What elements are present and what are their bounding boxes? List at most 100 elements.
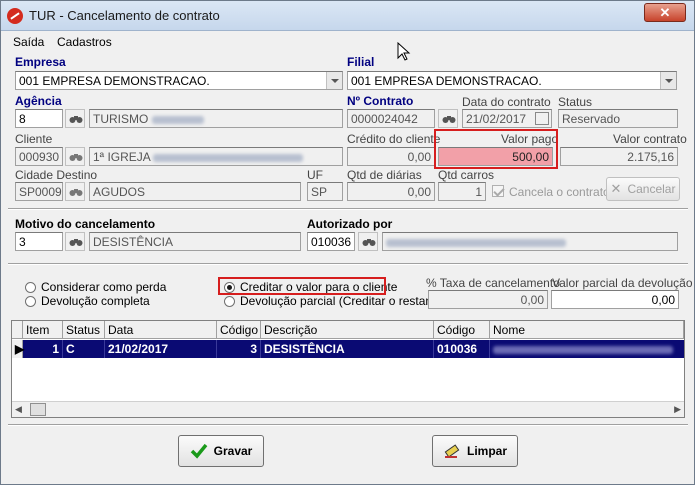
valor-contrato-label: Valor contrato — [613, 132, 687, 146]
valor-parcial-label: Valor parcial da devolução — [552, 276, 693, 290]
column-header-codigo[interactable]: Código — [217, 321, 261, 339]
contrato-input[interactable]: 0000024042 — [347, 109, 435, 128]
cell-descricao: DESISTÊNCIA — [261, 340, 434, 358]
binoculars-icon — [442, 116, 456, 123]
contrato-label: Nº Contrato — [347, 94, 414, 108]
contrato-lookup-button[interactable] — [438, 109, 458, 128]
checkmark-icon — [190, 443, 207, 459]
taxa-field: 0,00 — [428, 290, 548, 309]
valor-parcial-field[interactable]: 0,00 — [551, 290, 679, 309]
scrollbar-thumb[interactable] — [30, 403, 46, 416]
filial-label: Filial — [347, 55, 375, 69]
cancelamento-table: Item Status Data Código Descrição Código… — [11, 320, 685, 418]
taxa-label: % Taxa de cancelamento — [426, 276, 560, 290]
column-header-item[interactable]: Item — [23, 321, 63, 339]
agencia-code: 8 — [19, 112, 26, 126]
menu-saida[interactable]: Saída — [13, 35, 44, 49]
divider — [8, 424, 688, 426]
mouse-cursor-icon — [397, 42, 411, 61]
main-window: TUR - Cancelamento de contrato ✕ Saída C… — [0, 0, 695, 485]
menu-bar: Saída Cadastros — [1, 32, 694, 52]
agencia-name: TURISMO — [93, 112, 149, 126]
scroll-left-icon[interactable]: ◀ — [15, 404, 22, 415]
limpar-label: Limpar — [466, 444, 507, 458]
qtd-diarias-field: 0,00 — [347, 182, 435, 201]
horizontal-scrollbar[interactable]: ◀ ▶ — [12, 401, 684, 417]
cidade-name: AGUDOS — [93, 185, 146, 199]
cell-codigo-2: 010036 — [434, 340, 490, 358]
autorizado-code-input[interactable]: 010036 — [307, 232, 355, 251]
motivo-code-input[interactable]: 3 — [15, 232, 63, 251]
devolucao-completa-radio[interactable] — [25, 296, 36, 307]
autorizado-lookup-button[interactable] — [358, 232, 378, 251]
eraser-icon — [444, 444, 460, 458]
app-icon — [7, 8, 23, 24]
empresa-value: 001 EMPRESA DEMONSTRACAO. — [19, 74, 210, 88]
window-title: TUR - Cancelamento de contrato — [29, 8, 220, 23]
redacted-text — [151, 115, 204, 124]
cliente-name: 1ª IGREJA — [93, 150, 151, 164]
valor-pago-highlight — [434, 129, 558, 169]
uf-field: SP — [307, 182, 343, 201]
qtd-carros-field: 1 — [438, 182, 486, 201]
autorizado-label: Autorizado por — [307, 217, 393, 231]
devolucao-completa-label: Devolução completa — [41, 294, 150, 308]
considerar-perda-label: Considerar como perda — [41, 280, 167, 294]
valor-parcial-value: 0,00 — [651, 293, 675, 307]
cell-codigo: 3 — [217, 340, 261, 358]
cancel-x-icon: ✕ — [610, 181, 622, 196]
cancela-contrato-checkbox[interactable] — [492, 185, 504, 197]
scroll-right-icon[interactable]: ▶ — [674, 404, 681, 415]
limpar-button[interactable]: Limpar — [432, 435, 518, 467]
credito-label: Crédito do cliente — [347, 132, 441, 146]
binoculars-icon — [69, 154, 83, 161]
cidade-name-field: AGUDOS — [89, 182, 301, 201]
cell-status: C — [63, 340, 105, 358]
gravar-button[interactable]: Gravar — [178, 435, 264, 467]
column-header-data[interactable]: Data — [105, 321, 217, 339]
close-button[interactable]: ✕ — [644, 3, 686, 22]
taxa-value: 0,00 — [520, 293, 544, 307]
cidade-code-input[interactable]: SP0009 — [15, 182, 63, 201]
binoculars-icon — [69, 116, 83, 123]
row-indicator-icon: ▶ — [12, 340, 24, 358]
cell-nome — [490, 340, 684, 358]
valor-contrato-field: 2.175,16 — [560, 147, 678, 166]
status-label: Status — [558, 95, 593, 109]
valor-contrato-value: 2.175,16 — [627, 150, 674, 164]
redacted-text — [493, 345, 673, 354]
cancela-contrato-label: Cancela o contrato — [509, 185, 610, 199]
column-header-nome[interactable]: Nome — [490, 321, 684, 339]
agencia-name-field: TURISMO — [89, 109, 343, 128]
agencia-code-input[interactable]: 8 — [15, 109, 63, 128]
motivo-lookup-button[interactable] — [65, 232, 85, 251]
motivo-name: DESISTÊNCIA — [93, 235, 174, 249]
filial-value: 001 EMPRESA DEMONSTRACAO. — [351, 74, 542, 88]
creditar-highlight — [218, 277, 386, 295]
column-header-descricao[interactable]: Descrição — [261, 321, 434, 339]
qtd-carros-label: Qtd carros — [438, 168, 495, 182]
considerar-perda-radio[interactable] — [25, 282, 36, 293]
devolucao-parcial-radio[interactable] — [224, 296, 235, 307]
column-header-codigo-2[interactable]: Código — [434, 321, 490, 339]
status-field: Reservado — [558, 109, 678, 128]
agencia-label: Agência — [15, 94, 62, 108]
data-contrato-value: 21/02/2017 — [466, 112, 527, 126]
empresa-select[interactable]: 001 EMPRESA DEMONSTRACAO. — [15, 71, 343, 90]
filial-select[interactable]: 001 EMPRESA DEMONSTRACAO. — [347, 71, 677, 90]
menu-cadastros[interactable]: Cadastros — [57, 35, 112, 49]
column-header-status[interactable]: Status — [63, 321, 105, 339]
motivo-name-field: DESISTÊNCIA — [89, 232, 301, 251]
motivo-label: Motivo do cancelamento — [15, 217, 156, 231]
agencia-lookup-button[interactable] — [65, 109, 85, 128]
cliente-lookup-button[interactable] — [65, 147, 85, 166]
cidade-label: Cidade Destino — [15, 168, 98, 182]
cliente-code-input[interactable]: 000930 — [15, 147, 63, 166]
table-row[interactable]: ▶ 1 C 21/02/2017 3 DESISTÊNCIA 010036 — [12, 340, 684, 358]
cancelar-button[interactable]: ✕ Cancelar — [606, 177, 680, 201]
divider — [8, 263, 688, 265]
calendar-icon — [535, 112, 549, 125]
redacted-text — [153, 153, 304, 162]
data-contrato-label: Data do contrato — [462, 95, 551, 109]
cidade-lookup-button[interactable] — [65, 182, 85, 201]
